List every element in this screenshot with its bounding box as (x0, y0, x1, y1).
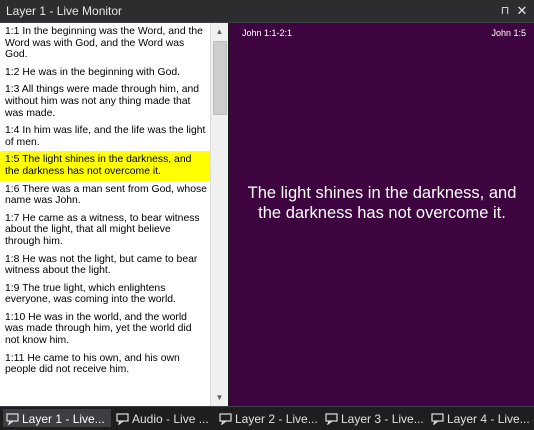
verse-item[interactable]: 1:9 The true light, which enlightens eve… (0, 280, 211, 309)
monitor-icon (431, 413, 444, 425)
layer-tab[interactable]: Layer 3 - Live... (322, 409, 425, 427)
monitor-icon (219, 413, 232, 425)
scroll-up-arrow-icon[interactable]: ▲ (211, 23, 228, 40)
current-verse-reference: John 1:5 (491, 28, 526, 38)
scroll-thumb[interactable] (213, 41, 227, 115)
layer-tab[interactable]: Layer 2 - Live... (216, 409, 319, 427)
verse-item[interactable]: 1:3 All things were made through him, an… (0, 81, 211, 122)
pin-icon[interactable]: ⊓ (498, 0, 512, 22)
monitor-content: 1:1 In the beginning was the Word, and t… (0, 23, 534, 406)
scroll-down-arrow-icon[interactable]: ▼ (211, 389, 228, 406)
verse-item[interactable]: 1:4 In him was life, and the life was th… (0, 122, 211, 151)
window-titlebar: Layer 1 - Live Monitor ⊓ ✕ (0, 0, 534, 23)
layer-tab[interactable]: Layer 4 - Live... (428, 409, 532, 427)
layer-tab[interactable]: Audio - Live ... (113, 409, 213, 427)
layer-tab-label: Layer 3 - Live... (341, 411, 424, 426)
verse-item[interactable]: 1:6 There was a man sent from God, whose… (0, 181, 211, 210)
monitor-icon (6, 413, 19, 425)
verse-list: 1:1 In the beginning was the Word, and t… (0, 23, 211, 379)
verse-item[interactable]: 1:7 He came as a witness, to bear witnes… (0, 210, 211, 251)
verse-item[interactable]: 1:5 The light shines in the darkness, an… (0, 151, 211, 181)
close-icon[interactable]: ✕ (515, 0, 529, 22)
layer-tab-label: Audio - Live ... (132, 411, 209, 426)
slide-text: The light shines in the darkness, and th… (247, 184, 517, 222)
scripture-range-label: John 1:1-2:1 (242, 28, 293, 38)
layer-tab-label: Layer 1 - Live... (22, 411, 105, 426)
verse-item[interactable]: 1:8 He was not the light, but came to be… (0, 251, 211, 280)
verse-item[interactable]: 1:10 He was in the world, and the world … (0, 309, 211, 350)
monitor-icon (116, 413, 129, 425)
verse-list-pane: 1:1 In the beginning was the Word, and t… (0, 23, 230, 406)
live-preview: John 1:1-2:1 John 1:5 The light shines i… (230, 23, 534, 406)
layer-tab-label: Layer 2 - Live... (235, 411, 318, 426)
verse-item[interactable]: 1:2 He was in the beginning with God. (0, 64, 211, 82)
layer-tab-bar: Layer 1 - Live... Audio - Live ... Layer 2… (0, 406, 534, 430)
verse-item[interactable]: 1:11 He came to his own, and his own peo… (0, 350, 211, 379)
layer-tab-label: Layer 4 - Live... (447, 411, 530, 426)
vertical-scrollbar[interactable]: ▲ ▼ (210, 23, 228, 406)
monitor-icon (325, 413, 338, 425)
layer-tab[interactable]: Layer 1 - Live... (3, 409, 111, 427)
window-title: Layer 1 - Live Monitor (6, 4, 123, 18)
verse-item[interactable]: 1:1 In the beginning was the Word, and t… (0, 23, 211, 64)
